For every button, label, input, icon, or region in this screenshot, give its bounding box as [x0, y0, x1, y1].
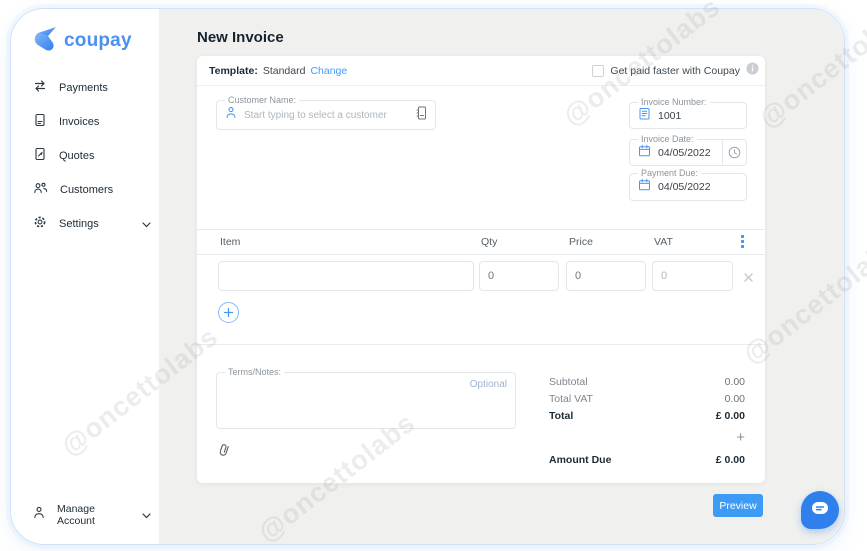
preview-button[interactable]: Preview — [713, 494, 763, 517]
sidebar-item-invoices[interactable]: Invoices — [33, 113, 151, 132]
info-icon[interactable] — [746, 62, 759, 80]
app-window: coupay Payments Invoices Quotes Customer… — [0, 0, 867, 551]
items-header-divider — [197, 254, 765, 255]
chat-widget-button[interactable] — [801, 491, 839, 529]
sidebar-item-label: Quotes — [59, 150, 95, 162]
amount-due-label: Amount Due — [549, 454, 612, 466]
sidebar: coupay Payments Invoices Quotes Customer… — [11, 9, 159, 544]
time-picker-button[interactable] — [722, 140, 746, 165]
chevron-down-icon — [142, 215, 151, 233]
logo-text: coupay — [64, 29, 132, 51]
invoice-number-icon — [638, 107, 651, 125]
invoices-icon — [33, 113, 47, 132]
customer-search-input[interactable] — [244, 109, 409, 121]
sidebar-item-label: Invoices — [59, 116, 100, 128]
items-top-divider — [197, 229, 765, 230]
quotes-icon — [33, 147, 47, 166]
template-change-link[interactable]: Change — [310, 65, 347, 77]
sidebar-item-label: Payments — [59, 82, 108, 94]
total-vat-label: Total VAT — [549, 393, 593, 405]
sidebar-item-payments[interactable]: Payments — [33, 79, 151, 98]
person-icon — [33, 506, 45, 524]
payment-due-field[interactable]: Payment Due: 04/05/2022 — [629, 167, 747, 201]
total-value: £ 0.00 — [715, 410, 745, 422]
settings-icon — [33, 215, 47, 234]
total-vat-row: Total VAT 0.00 — [549, 391, 745, 407]
chat-bubble-icon — [811, 501, 829, 520]
customers-icon — [33, 181, 48, 200]
amount-due-row: Amount Due £ 0.00 — [549, 452, 745, 468]
item-price-input[interactable] — [566, 261, 646, 291]
customer-person-icon — [225, 106, 237, 124]
invoice-panel: Template: Standard Change Get paid faste… — [197, 56, 765, 483]
invoice-date-field[interactable]: Invoice Date: 04/05/2022 — [629, 133, 747, 166]
logo[interactable]: coupay — [33, 25, 132, 56]
subtotal-value: 0.00 — [724, 376, 745, 388]
col-header-item: Item — [220, 236, 241, 248]
col-header-price: Price — [569, 236, 593, 248]
section-divider — [197, 344, 765, 345]
remove-row-icon[interactable] — [743, 270, 754, 288]
total-label: Total — [549, 410, 574, 422]
customer-name-field: Customer Name: — [216, 94, 436, 130]
manage-account-label: Manage Account — [57, 503, 95, 527]
contact-book-icon[interactable] — [416, 106, 427, 125]
page-title: New Invoice — [197, 29, 284, 46]
invoice-number-field[interactable]: Invoice Number: 1001 — [629, 96, 747, 129]
template-value: Standard — [262, 64, 306, 77]
item-qty-input[interactable] — [479, 261, 559, 291]
coupay-logo-icon — [33, 25, 59, 56]
app-card: coupay Payments Invoices Quotes Customer… — [10, 8, 845, 545]
sidebar-item-quotes[interactable]: Quotes — [33, 147, 151, 166]
invoice-number-value: 1001 — [658, 109, 682, 122]
calendar-icon — [638, 178, 651, 196]
payments-icon — [33, 79, 47, 98]
manage-account[interactable]: Manage Account — [33, 503, 151, 527]
sidebar-item-label: Customers — [60, 184, 114, 196]
template-label: Template: — [209, 64, 258, 77]
payment-due-value: 04/05/2022 — [658, 181, 711, 193]
get-paid-faster-checkbox[interactable] — [592, 65, 605, 77]
add-item-button[interactable] — [218, 302, 239, 323]
calendar-icon — [638, 144, 651, 162]
total-row: Total £ 0.00 — [549, 408, 745, 424]
terms-notes-label: Terms/Notes: — [225, 366, 285, 378]
col-header-qty: Qty — [481, 236, 498, 248]
total-vat-value: 0.00 — [724, 393, 745, 405]
subtotal-row: Subtotal 0.00 — [549, 374, 745, 390]
add-adjustment-button[interactable]: + — [736, 430, 745, 445]
attachment-paperclip-icon[interactable] — [217, 442, 232, 463]
amount-due-value: £ 0.00 — [715, 454, 745, 466]
sidebar-item-label: Settings — [59, 218, 99, 230]
invoice-date-value: 04/05/2022 — [658, 146, 711, 159]
sidebar-item-settings[interactable]: Settings — [33, 216, 151, 232]
sidebar-item-customers[interactable]: Customers — [33, 182, 151, 198]
item-vat-input[interactable] — [652, 261, 733, 291]
terms-notes-textarea[interactable] — [223, 379, 511, 424]
item-name-input[interactable] — [218, 261, 474, 291]
col-header-vat: VAT — [654, 236, 673, 248]
template-bar: Template: Standard Change Get paid faste… — [197, 56, 765, 86]
chevron-down-icon — [142, 506, 151, 524]
get-paid-faster-label: Get paid faster with Coupay — [610, 65, 740, 77]
terms-notes-field: Terms/Notes: Optional — [216, 366, 516, 429]
column-options-menu-icon[interactable] — [741, 235, 744, 248]
subtotal-label: Subtotal — [549, 376, 588, 388]
